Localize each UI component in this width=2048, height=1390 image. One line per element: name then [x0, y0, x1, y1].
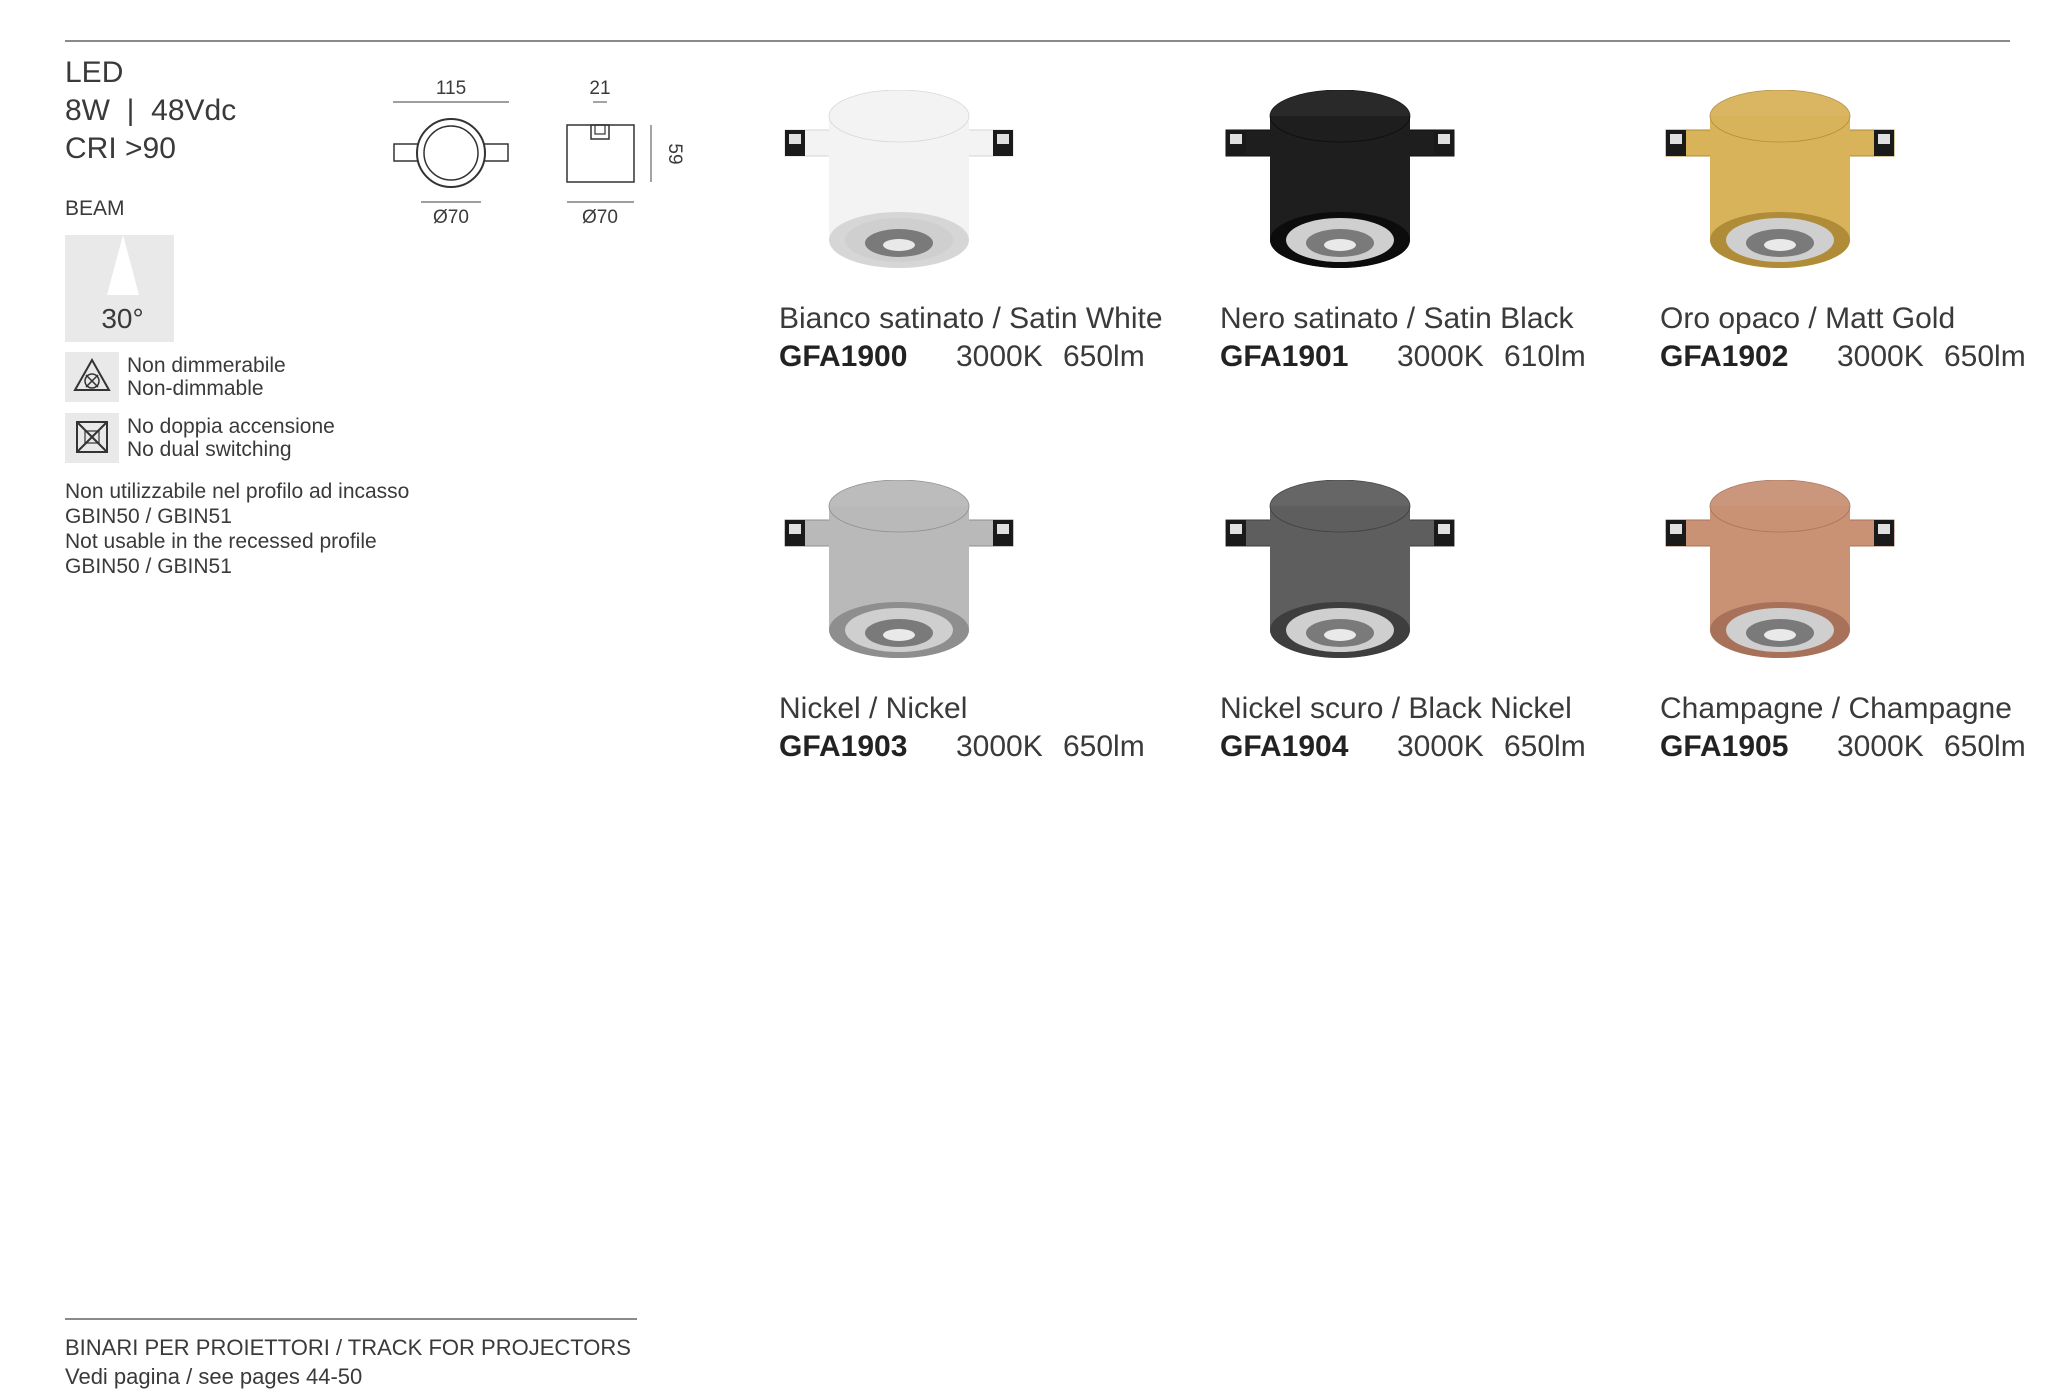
beam-diagram: 30°	[65, 235, 174, 342]
spec-block: LED 8W | 48Vdc CRI >90	[65, 54, 236, 168]
product-image	[784, 480, 1014, 658]
product-finish-name: Oro opaco / Matt Gold	[1660, 302, 1956, 335]
product-finish-name: Bianco satinato / Satin White	[779, 302, 1163, 335]
dimension-drawings: 115 Ø70 21 59 Ø70	[393, 78, 685, 228]
product-image	[784, 90, 1014, 268]
product-lumen: 650lm	[1504, 730, 1586, 763]
footer-reference: Vedi pagina / see pages 44-50	[65, 1364, 363, 1389]
no-dual-switching-icon	[76, 421, 108, 453]
product-color-temperature: 3000K	[956, 730, 1043, 763]
product-lumen: 650lm	[1944, 340, 2026, 373]
usage-note: Non utilizzabile nel profilo ad incasso …	[65, 479, 409, 579]
product-image	[1225, 90, 1455, 268]
product-lumen: 610lm	[1504, 340, 1586, 373]
product-finish-name: Nickel scuro / Black Nickel	[1220, 692, 1572, 725]
product-finish-name: Nero satinato / Satin Black	[1220, 302, 1574, 335]
dim-width: 115	[436, 78, 466, 99]
feature-it: No doppia accensione	[127, 415, 335, 438]
product-card: Nickel scuro / Black Nickel GFA1904 3000K 6…	[1220, 480, 1650, 780]
product-lumen: 650lm	[1063, 340, 1145, 373]
product-card: Oro opaco / Matt Gold GFA1902 3000K 650lm	[1660, 90, 2048, 390]
feature-it: Non dimmerabile	[127, 354, 286, 377]
product-code: GFA1901	[1220, 340, 1349, 373]
beam-label: BEAM	[65, 197, 125, 220]
dim-height: 59	[664, 143, 685, 164]
product-finish-name: Nickel / Nickel	[779, 692, 968, 725]
dim-diameter-side: Ø70	[582, 207, 618, 228]
spec-power: 8W | 48Vdc	[65, 94, 237, 127]
feature-en: No dual switching	[127, 438, 292, 461]
spec-light-source: LED	[65, 56, 124, 89]
product-lumen: 650lm	[1063, 730, 1145, 763]
top-divider	[65, 40, 2010, 42]
product-lumen: 650lm	[1944, 730, 2026, 763]
product-color-temperature: 3000K	[1397, 730, 1484, 763]
product-card: Bianco satinato / Satin White GFA1900 3000…	[779, 90, 1209, 390]
product-image	[1225, 480, 1455, 658]
non-dimmable-icon	[73, 357, 111, 391]
footer-title: BINARI PER PROIETTORI / TRACK FOR PROJEC…	[65, 1335, 631, 1360]
note-line: GBIN50 / GBIN51	[65, 505, 232, 528]
dim-diameter-front: Ø70	[433, 207, 469, 228]
product-code: GFA1900	[779, 340, 908, 373]
product-color-temperature: 3000K	[1837, 340, 1924, 373]
note-line: GBIN50 / GBIN51	[65, 555, 232, 578]
feature-en: Non-dimmable	[127, 377, 264, 400]
bottom-divider	[65, 1318, 637, 1320]
product-finish-name: Champagne / Champagne	[1660, 692, 2012, 725]
beam-angle: 30°	[101, 303, 144, 334]
note-line: Not usable in the recessed profile	[65, 530, 377, 553]
product-color-temperature: 3000K	[1837, 730, 1924, 763]
product-code: GFA1902	[1660, 340, 1789, 373]
product-code: GFA1903	[779, 730, 908, 763]
product-color-temperature: 3000K	[956, 340, 1043, 373]
product-color-temperature: 3000K	[1397, 340, 1484, 373]
product-card: Champagne / Champagne GFA1905 3000K 650lm	[1660, 480, 2048, 780]
note-line: Non utilizzabile nel profilo ad incasso	[65, 480, 410, 503]
product-card: Nickel / Nickel GFA1903 3000K 650lm	[779, 480, 1209, 780]
dim-depth: 21	[589, 78, 610, 99]
product-image	[1665, 90, 1895, 268]
product-card: Nero satinato / Satin Black GFA1901 3000K 6…	[1220, 90, 1650, 390]
product-code: GFA1905	[1660, 730, 1789, 763]
product-image	[1665, 480, 1895, 658]
product-code: GFA1904	[1220, 730, 1349, 763]
spec-cri: CRI >90	[65, 132, 176, 165]
